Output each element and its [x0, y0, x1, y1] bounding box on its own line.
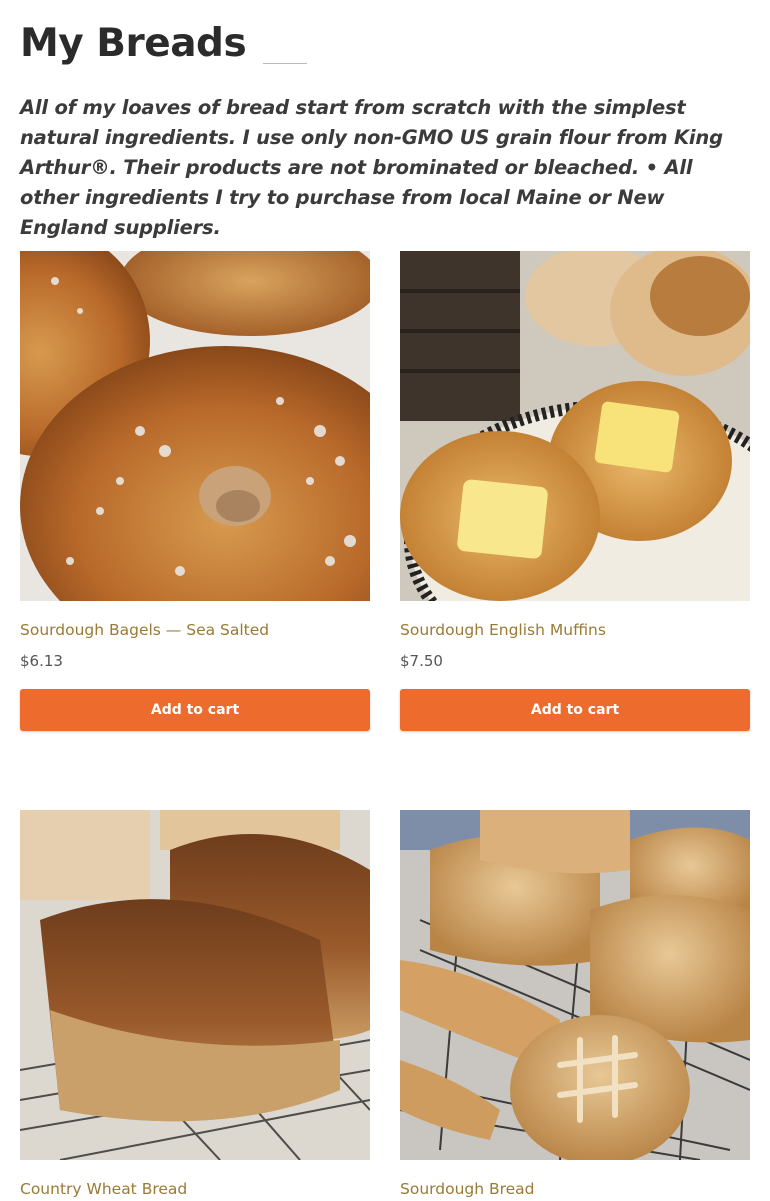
product-card-country-wheat: Country Wheat Bread [20, 810, 370, 1199]
product-price: $6.13 [20, 652, 63, 670]
page-title: My Breads [20, 21, 247, 66]
title-divider [263, 63, 308, 64]
product-name-link[interactable]: Sourdough Bagels — Sea Salted [20, 620, 370, 640]
product-image-english-muffins[interactable] [400, 251, 750, 601]
product-price: $7.50 [400, 652, 443, 670]
country-wheat-bread-photo [20, 810, 370, 1160]
product-name-link[interactable]: Sourdough English Muffins [400, 620, 750, 640]
product-card-english-muffins: Sourdough English Muffins $7.50 Add to c… [400, 251, 750, 731]
product-card-sourdough: Sourdough Bread [400, 810, 750, 1199]
title-row: My Breads [20, 20, 750, 68]
product-name-link[interactable]: Country Wheat Bread [20, 1179, 370, 1199]
bagel-photo [20, 251, 370, 601]
product-card-bagels: Sourdough Bagels — Sea Salted $6.13 Add … [20, 251, 370, 731]
product-image-sourdough[interactable] [400, 810, 750, 1160]
product-image-bagels[interactable] [20, 251, 370, 601]
english-muffins-photo [400, 251, 750, 601]
add-to-cart-button[interactable]: Add to cart [20, 689, 370, 731]
intro-text: All of my loaves of bread start from scr… [20, 96, 723, 239]
page-header: My Breads [20, 20, 750, 68]
sourdough-bread-photo [400, 810, 750, 1160]
product-image-country-wheat[interactable] [20, 810, 370, 1160]
product-name-link[interactable]: Sourdough Bread [400, 1179, 750, 1199]
add-to-cart-button[interactable]: Add to cart [400, 689, 750, 731]
